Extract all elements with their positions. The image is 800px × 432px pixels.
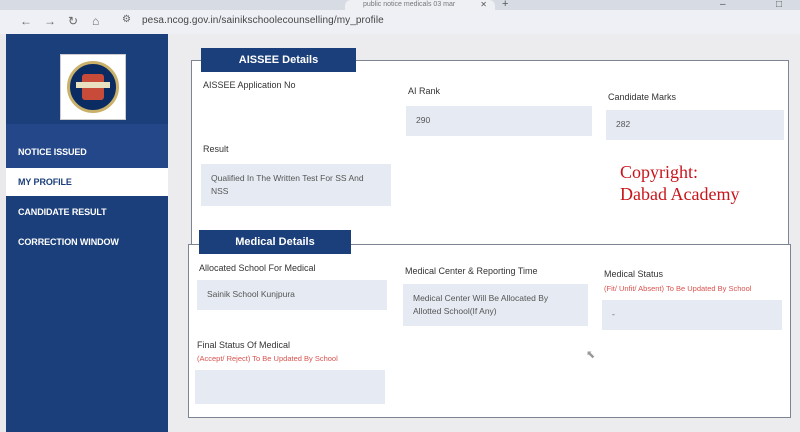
maximize-icon[interactable]: □: [776, 0, 782, 10]
main-content: AISSEE Details AISSEE Application No AI …: [168, 34, 800, 432]
result-field: Qualified In The Written Test For SS And…: [201, 164, 391, 206]
site-info-icon[interactable]: ⚙: [122, 14, 131, 25]
browser-toolbar: ← → ↻ ⌂ ⚙ pesa.ncog.gov.in/sainikschoole…: [0, 10, 800, 34]
copyright-watermark-line1: Copyright:: [620, 162, 699, 182]
sidebar-item-label: CANDIDATE RESULT: [18, 207, 107, 217]
sidebar: NOTICE ISSUED MY PROFILE CANDIDATE RESUL…: [6, 34, 168, 432]
ai-rank-field: 290: [406, 106, 592, 136]
sainik-school-logo: [60, 54, 126, 120]
tab-close-icon[interactable]: ✕: [480, 0, 487, 9]
sidebar-item-label: NOTICE ISSUED: [18, 147, 87, 157]
allocated-school-label: Allocated School For Medical: [199, 263, 316, 273]
final-status-label: Final Status Of Medical: [197, 340, 291, 350]
tab-title: public notice medicals 03 mar: [363, 1, 456, 8]
copyright-watermark-line2: Dabad Academy: [620, 184, 740, 204]
sidebar-item-correction-window[interactable]: CORRECTION WINDOW: [6, 228, 168, 256]
emblem-icon: [67, 61, 119, 113]
back-icon[interactable]: ←: [20, 13, 32, 29]
sidebar-item-candidate-result[interactable]: CANDIDATE RESULT: [6, 198, 168, 226]
medical-status-label: Medical Status: [604, 269, 664, 279]
sidebar-item-notice-issued[interactable]: NOTICE ISSUED: [6, 138, 168, 166]
minimize-icon[interactable]: –: [720, 0, 726, 10]
medical-status-note: (Fit/ Unfit/ Absent) To Be Updated By Sc…: [604, 284, 752, 293]
sidebar-item-label: CORRECTION WINDOW: [18, 237, 119, 247]
medical-center-label: Medical Center & Reporting Time: [405, 266, 538, 276]
allocated-school-field: Sainik School Kunjpura: [197, 280, 387, 310]
forward-icon[interactable]: →: [44, 13, 56, 29]
final-status-field: [195, 370, 385, 404]
application-no-label: AISSEE Application No: [203, 80, 296, 90]
sidebar-item-label: MY PROFILE: [18, 177, 72, 187]
medical-center-field: Medical Center Will Be Allocated By Allo…: [403, 284, 588, 326]
application-no-value: [201, 96, 397, 134]
browser-tab[interactable]: public notice medicals 03 mar ✕: [345, 0, 495, 10]
new-tab-icon[interactable]: +: [502, 0, 508, 10]
ai-rank-label: AI Rank: [408, 86, 441, 96]
medical-status-field: -: [602, 300, 782, 330]
sidebar-item-my-profile[interactable]: MY PROFILE: [6, 168, 168, 196]
medical-details-header: Medical Details: [199, 230, 351, 254]
aissee-details-header: AISSEE Details: [201, 48, 356, 72]
candidate-marks-label: Candidate Marks: [608, 92, 677, 102]
mouse-cursor-icon: ⬉: [586, 349, 596, 361]
home-icon[interactable]: ⌂: [92, 13, 99, 29]
address-bar[interactable]: pesa.ncog.gov.in/sainikschoolecounsellin…: [142, 15, 384, 26]
final-status-note: (Accept/ Reject) To Be Updated By School: [197, 354, 338, 363]
result-label: Result: [203, 144, 229, 154]
reload-icon[interactable]: ↻: [68, 13, 78, 29]
candidate-marks-field: 282: [606, 110, 784, 140]
